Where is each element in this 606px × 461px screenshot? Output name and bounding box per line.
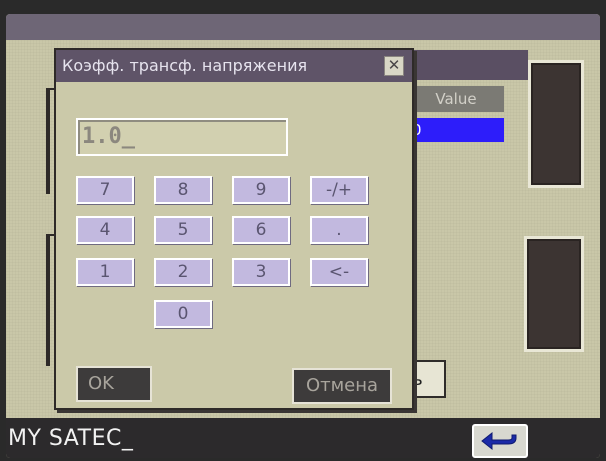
dialog-title: Коэфф. трансф. напряжения [62,56,308,75]
key-7[interactable]: 7 [76,176,134,204]
value-cell-selected[interactable]: 0 [408,118,504,142]
key-2[interactable]: 2 [154,258,212,286]
numeric-input-dialog: Коэфф. трансф. напряжения ✕ 1.0_ 7 8 9 -… [54,48,414,410]
top-strip [6,14,600,40]
back-button[interactable] [472,424,528,458]
key-3[interactable]: 3 [232,258,290,286]
key-0[interactable]: 0 [154,300,212,328]
key-decimal-point[interactable]: . [310,216,368,244]
key-5[interactable]: 5 [154,216,212,244]
background-panel-top-right [528,60,584,188]
background-panel-bottom-right [524,236,584,352]
dialog-titlebar: Коэфф. трансф. напряжения ✕ [56,50,412,82]
device-screen: Value 0 ъ Коэфф. трансф. напряжения ✕ 1.… [6,14,600,458]
key-6[interactable]: 6 [232,216,290,244]
value-input-field[interactable]: 1.0_ [76,118,288,156]
key-sign[interactable]: -/+ [310,176,368,204]
cancel-button[interactable]: Отмена [292,368,392,404]
background-window-titlebar [406,50,528,80]
key-8[interactable]: 8 [154,176,212,204]
status-bar: MY SATEC_ [6,418,600,458]
key-1[interactable]: 1 [76,258,134,286]
back-arrow-icon [481,431,517,451]
key-backspace[interactable]: <- [310,258,368,286]
device-name-label: MY SATEC_ [8,426,134,451]
key-9[interactable]: 9 [232,176,290,204]
key-4[interactable]: 4 [76,216,134,244]
close-icon[interactable]: ✕ [384,56,404,76]
value-column-header: Value [408,86,504,112]
ok-button[interactable]: OK [76,366,152,402]
